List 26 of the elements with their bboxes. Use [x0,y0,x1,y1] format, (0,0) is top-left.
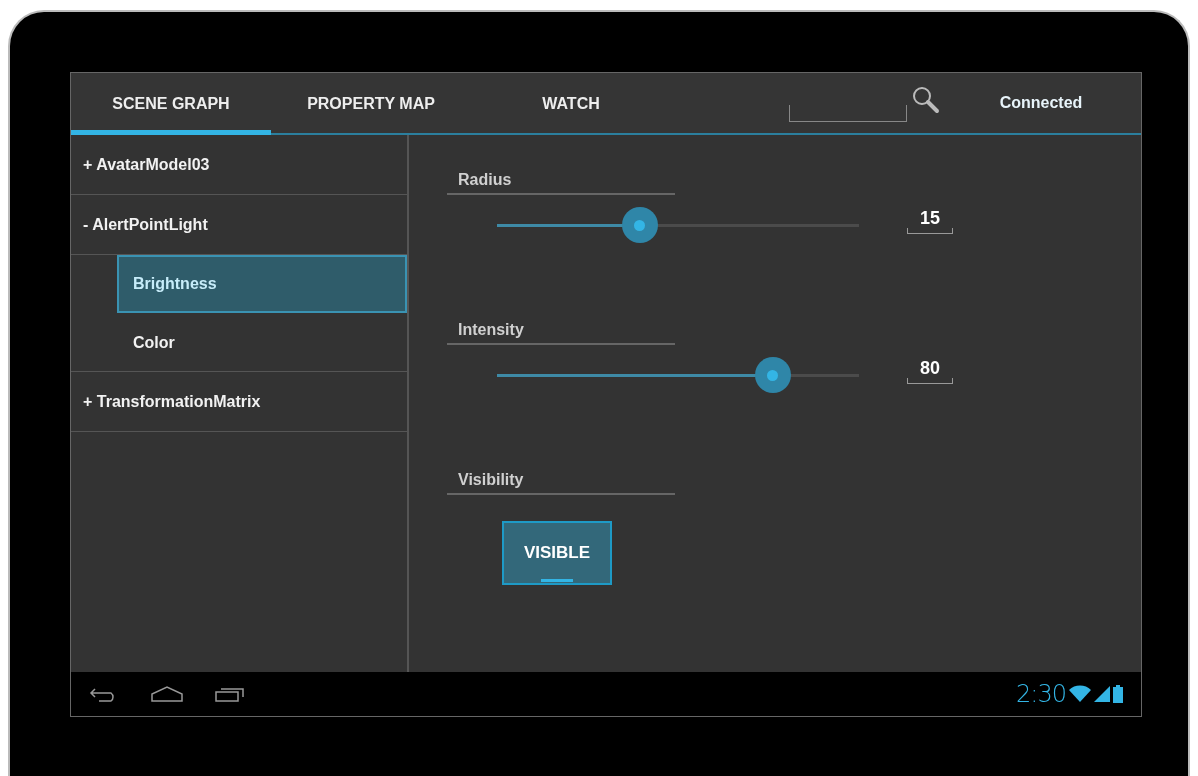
value-field[interactable]: 15 [907,208,953,234]
tab[interactable]: PROPERTY MAP [271,73,471,135]
connection-status: Connected [998,93,1084,113]
search-icon[interactable] [911,85,941,115]
property-label: Visibility [447,471,675,495]
tree-item[interactable]: + TransformationMatrix [71,372,407,432]
tree-item[interactable]: + AvatarModel03 [71,135,407,195]
home-icon[interactable] [151,686,183,702]
slider-track[interactable] [497,223,859,227]
slider-track[interactable] [497,373,859,377]
clock: 2:30 [1016,680,1066,708]
slider-thumb[interactable] [622,207,658,243]
property-label: Intensity [447,321,675,345]
slider-thumb[interactable] [754,357,791,393]
property-label: Radius [447,171,675,195]
signal-icon [1094,686,1110,702]
wifi-icon [1069,685,1091,703]
visible-toggle-button[interactable]: VISIBLE [502,521,612,585]
search-field[interactable] [789,105,907,122]
tab[interactable]: WATCH [471,73,671,135]
tab[interactable]: SCENE GRAPH [71,73,271,135]
tree-item[interactable]: Color [117,313,407,371]
recent-apps-icon[interactable] [215,686,245,702]
battery-icon [1113,685,1123,703]
tree-item[interactable]: Brightness [117,255,407,313]
value-field[interactable]: 80 [907,358,953,384]
